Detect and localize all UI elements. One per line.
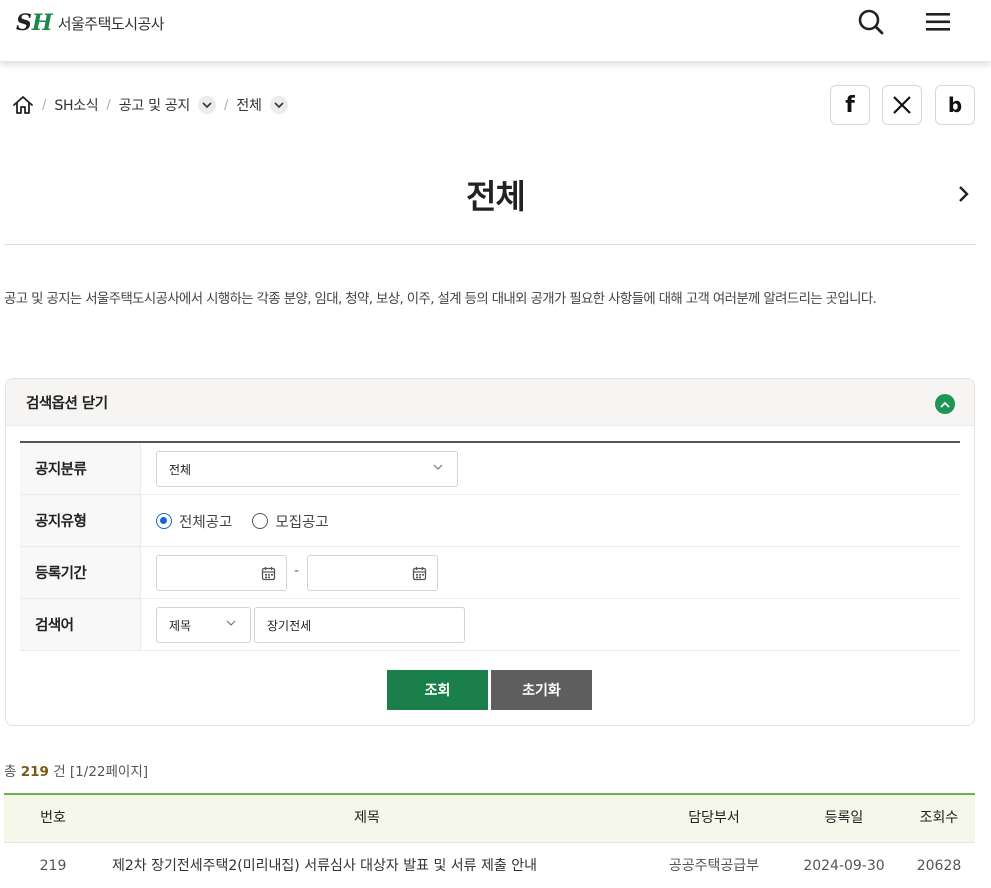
end-date-input[interactable] — [307, 555, 438, 591]
breadcrumb: / SH소식 / 공고 및 공지 / 전체 — [12, 92, 288, 118]
category-select-value: 전체 — [169, 462, 192, 477]
notice-table: 번호 제목 담당부서 등록일 조회수 219 제2차 장기전세주택2(미리내집)… — [4, 793, 975, 888]
breadcrumb-label: 전체 — [236, 98, 262, 114]
breadcrumb-item-all[interactable]: 전체 — [236, 95, 288, 115]
site-header: SH 서울주택도시공사 — [0, 0, 991, 62]
start-date-input[interactable] — [156, 555, 287, 591]
blog-share-button[interactable]: b — [935, 85, 975, 125]
reset-button[interactable]: 초기화 — [491, 670, 592, 710]
column-header-no: 번호 — [40, 810, 66, 826]
result-count: 총 219 건 [1/22페이지] — [4, 760, 148, 780]
category-label: 공지분류 — [20, 443, 141, 494]
intro-text: 공고 및 공지는 서울주택도시공사에서 시행하는 각종 분양, 임대, 청약, … — [4, 292, 877, 307]
count-prefix: 총 — [4, 764, 17, 780]
collapse-toggle-button[interactable] — [935, 394, 955, 414]
type-radio-recruit[interactable]: 모집공고 — [252, 511, 329, 532]
type-label: 공지유형 — [20, 495, 141, 546]
calendar-icon[interactable] — [412, 566, 427, 581]
chevron-down-icon — [433, 464, 443, 470]
column-header-views: 조회수 — [919, 810, 959, 826]
breadcrumb-separator: / — [223, 97, 229, 113]
type-radio-all[interactable]: 전체공고 — [156, 511, 232, 532]
row-views: 20628 — [916, 858, 962, 874]
row-title-link[interactable]: 제2차 장기전세주택2(미리내집) 서류심사 대상자 발표 및 서류 제출 안내 — [102, 843, 632, 888]
count-number: 219 — [20, 764, 49, 780]
search-icon — [858, 9, 884, 35]
breadcrumb-separator: / — [106, 97, 111, 113]
page-title: 전체 — [466, 177, 526, 216]
category-select[interactable]: 전체 — [156, 451, 458, 487]
table-row[interactable]: 219 제2차 장기전세주택2(미리내집) 서류심사 대상자 발표 및 서류 제… — [4, 843, 975, 888]
date-range-separator: - — [294, 563, 300, 579]
column-header-date: 등록일 — [824, 810, 864, 826]
chevron-down-icon — [226, 620, 236, 626]
search-form: 공지분류 전체 공지유형 전체공고 모집공고 등록기간 - 검색어 제목 장기전… — [20, 441, 960, 651]
search-options-toggle-label: 검색옵션 닫기 — [26, 396, 108, 412]
breadcrumb-label: 공고 및 공지 — [118, 98, 191, 114]
radio-button-selected[interactable] — [156, 513, 172, 529]
radio-button[interactable] — [252, 513, 269, 529]
title-divider — [4, 244, 976, 245]
search-button[interactable] — [855, 6, 887, 38]
radio-label: 모집공고 — [275, 514, 329, 531]
chevron-right-icon — [959, 186, 969, 202]
calendar-icon[interactable] — [261, 566, 276, 581]
row-dept: 공공주택공급부 — [668, 858, 760, 874]
site-logo[interactable]: SH 서울주택도시공사 — [16, 8, 165, 38]
period-label: 등록기간 — [20, 547, 141, 598]
radio-label: 전체공고 — [179, 514, 233, 531]
period-row: 등록기간 - — [20, 547, 960, 599]
logo-mark: SH — [16, 8, 53, 38]
chevron-down-icon[interactable] — [197, 96, 216, 114]
table-header: 번호 제목 담당부서 등록일 조회수 — [4, 795, 975, 843]
breadcrumb-separator: / — [42, 97, 47, 113]
breadcrumb-label: SH소식 — [54, 98, 99, 114]
search-submit-button[interactable]: 조회 — [387, 670, 488, 710]
search-options-panel: 검색옵션 닫기 공지분류 전체 공지유형 전체공고 모집공고 등록기간 - 검색… — [5, 378, 975, 726]
home-icon[interactable] — [12, 95, 34, 115]
type-row: 공지유형 전체공고 모집공고 — [20, 495, 960, 547]
x-twitter-icon — [893, 96, 911, 114]
keyword-row: 검색어 제목 장기전세 — [20, 599, 960, 651]
keyword-input[interactable]: 장기전세 — [254, 607, 465, 643]
breadcrumb-item-sh-news[interactable]: SH소식 — [54, 95, 98, 115]
x-share-button[interactable] — [882, 85, 922, 125]
type-radio-group: 전체공고 모집공고 — [156, 503, 349, 539]
count-suffix: 건 [1/22페이지] — [53, 764, 149, 780]
breadcrumb-item-notices[interactable]: 공고 및 공지 — [119, 95, 216, 115]
row-number: 219 — [39, 858, 67, 874]
keyword-field-select[interactable]: 제목 — [156, 607, 251, 643]
hamburger-icon — [926, 13, 950, 31]
next-page-arrow[interactable] — [954, 182, 974, 206]
logo-mark-h: H — [31, 10, 53, 36]
blog-icon: b — [947, 93, 963, 117]
facebook-share-button[interactable]: f — [830, 85, 870, 125]
menu-button[interactable] — [922, 6, 954, 38]
facebook-icon: f — [845, 92, 855, 118]
row-date: 2024-09-30 — [803, 858, 885, 874]
logo-mark-s: S — [16, 10, 32, 36]
keyword-label: 검색어 — [20, 599, 141, 650]
chevron-up-icon — [940, 401, 950, 408]
keyword-field-value: 제목 — [169, 618, 192, 633]
keyword-input-value: 장기전세 — [267, 618, 312, 633]
search-options-header[interactable]: 검색옵션 닫기 — [6, 379, 974, 426]
logo-text: 서울주택도시공사 — [57, 14, 165, 33]
chevron-down-icon[interactable] — [269, 96, 288, 114]
column-header-title: 제목 — [354, 810, 380, 826]
column-header-dept: 담당부서 — [688, 810, 740, 826]
category-row: 공지분류 전체 — [20, 443, 960, 495]
